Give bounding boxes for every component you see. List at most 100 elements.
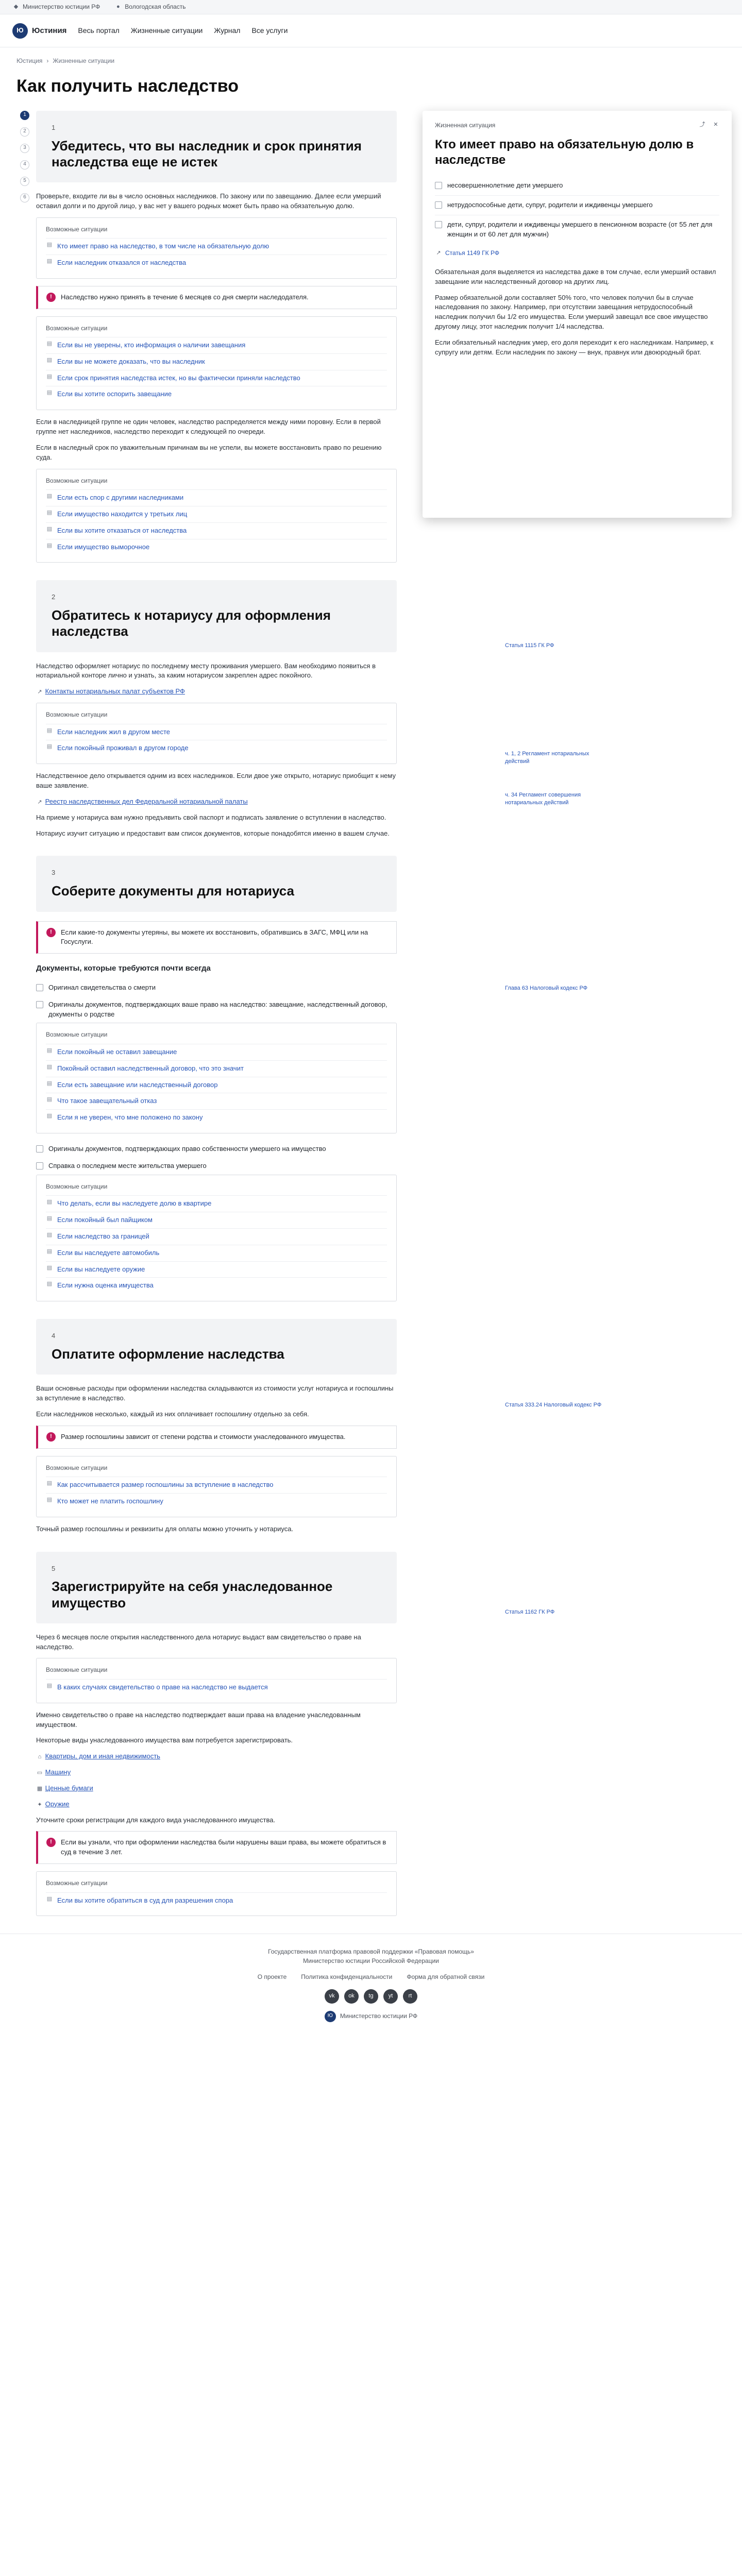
social-links: vk ok tg yt rt: [0, 1989, 742, 2004]
bullet-box: [435, 182, 442, 190]
situation-link[interactable]: ▤ Что делать, если вы наследуете долю в к…: [46, 1195, 387, 1212]
alert-icon: !: [46, 292, 56, 302]
situation-link[interactable]: ▤ Кто имеет право на наследство, в том чи…: [46, 238, 387, 255]
popup-list-item: нетрудоспособные дети, супруг, родители …: [435, 195, 719, 215]
checkbox[interactable]: [36, 1001, 43, 1008]
situation-link[interactable]: ▤ Покойный оставил наследственный договор…: [46, 1060, 387, 1077]
situation-link[interactable]: ▤ Если наследство за границей: [46, 1228, 387, 1245]
nav-item-journal[interactable]: Журнал: [214, 25, 240, 36]
side-note-link[interactable]: ч. 1, 2 Регламент нотариальных действий: [505, 750, 608, 766]
document-icon: ▤: [46, 258, 53, 264]
footer-link-feedback[interactable]: Форма для обратной связи: [407, 1973, 484, 1981]
checkbox[interactable]: [36, 984, 43, 991]
rail-step-2[interactable]: 2: [20, 127, 29, 137]
situation-link[interactable]: ▤ Если вы наследуете автомобиль: [46, 1244, 387, 1261]
main-nav: Весь портал Жизненные ситуации Журнал Вс…: [78, 25, 288, 36]
breadcrumb-item-situations[interactable]: Жизненные ситуации: [53, 57, 114, 65]
checkbox[interactable]: [36, 1145, 43, 1153]
situation-link[interactable]: ▤ Как рассчитывается размер госпошлины за…: [46, 1477, 387, 1493]
side-note-link[interactable]: Статья 1162 ГК РФ: [505, 1608, 608, 1616]
situation-link[interactable]: ▤ Если вы наследуете оружие: [46, 1261, 387, 1278]
footer-link-privacy[interactable]: Политика конфиденциальности: [301, 1973, 392, 1981]
share-icon[interactable]: ⤴: [699, 122, 706, 129]
document-icon: ▤: [46, 340, 53, 347]
step-title: Обратитесь к нотариусу для оформления на…: [52, 607, 331, 639]
nav-item-situations[interactable]: Жизненные ситуации: [131, 25, 203, 36]
situation-link[interactable]: ▤ Если вы хотите обратиться в суд для раз…: [46, 1892, 387, 1909]
situations-box: Возможные ситуации ▤ В каких случаях свид…: [36, 1658, 397, 1703]
situation-link[interactable]: ▤ Если покойный был пайщиком: [46, 1212, 387, 1228]
rail-step-1[interactable]: 1: [20, 110, 29, 120]
close-icon[interactable]: ✕: [712, 122, 719, 129]
document-icon: ▤: [46, 1496, 53, 1503]
popup-source-link[interactable]: ↗ Статья 1149 ГК РФ: [435, 249, 719, 258]
situation-text: Если имущество находится у третьих лиц: [57, 510, 188, 518]
situation-link[interactable]: ▤ Если наследник отказался от наследства: [46, 254, 387, 271]
situation-link[interactable]: ▤ В каких случаях свидетельство о праве н…: [46, 1679, 387, 1696]
situation-link[interactable]: ▤ Если вы хотите отказаться от наследства: [46, 522, 387, 539]
checkbox[interactable]: [36, 1162, 43, 1170]
footer-link-about[interactable]: О проекте: [258, 1973, 287, 1981]
document-text: Оригиналы документов, подтверждающих пра…: [48, 1145, 326, 1153]
important-notice: ! Если какие-то документы утеряны, вы мож…: [36, 921, 397, 954]
vk-icon[interactable]: vk: [325, 1989, 339, 2004]
site-header: Ю Юстиния Весь портал Жизненные ситуации …: [0, 14, 742, 47]
popup-paragraph: Если обязательный наследник умер, его до…: [435, 338, 714, 356]
situation-link[interactable]: ▤ Если есть спор с другими наследниками: [46, 489, 387, 506]
car-link[interactable]: Машину: [45, 1768, 71, 1776]
document-checkbox-row[interactable]: Оригинал свидетельства о смерти: [36, 979, 397, 996]
notice-text: Если вы узнали, что при оформлении насле…: [61, 1838, 386, 1856]
property-link[interactable]: Квартиры, дом и иная недвижимость: [45, 1752, 160, 1760]
situations-head: Возможные ситуации: [46, 1464, 108, 1471]
step-number: 2: [52, 593, 56, 601]
situation-link[interactable]: ▤ Если вы хотите оспорить завещание: [46, 386, 387, 402]
situation-link[interactable]: ▤ Если срок принятия наследства истек, но…: [46, 369, 387, 386]
weapon-link[interactable]: Оружие: [45, 1800, 70, 1808]
ok-icon[interactable]: ok: [344, 1989, 359, 2004]
telegram-icon[interactable]: tg: [364, 1989, 378, 2004]
rail-step-4[interactable]: 4: [20, 160, 29, 170]
side-note-link[interactable]: Статья 1115 ГК РФ: [505, 642, 608, 650]
situation-text: Что такое завещательный отказ: [57, 1097, 157, 1105]
nav-item-portal[interactable]: Весь портал: [78, 25, 119, 36]
inheritance-registry-link[interactable]: Реестр наследственных дел Федеральной но…: [45, 798, 248, 805]
situation-text: Если имущество выморочное: [57, 543, 150, 551]
youtube-icon[interactable]: yt: [383, 1989, 398, 2004]
situation-link[interactable]: ▤ Если вы не уверены, кто информация о на…: [46, 336, 387, 353]
document-icon: ▤: [46, 1199, 53, 1206]
nav-item-services[interactable]: Все услуги: [251, 25, 288, 36]
situation-link[interactable]: ▤ Что такое завещательный отказ: [46, 1093, 387, 1109]
side-note-link[interactable]: ч. 34 Регламент совершения нотариальных …: [505, 791, 608, 807]
step-1: 1 Убедитесь, что вы наследник и срок при…: [36, 110, 397, 563]
region-selector[interactable]: ● Вологодская область: [114, 3, 186, 11]
notary-chambers-link[interactable]: Контакты нотариальных палат субъектов РФ: [45, 687, 185, 695]
situation-link[interactable]: ▤ Если покойный не оставил завещание: [46, 1043, 387, 1060]
situation-link[interactable]: ▤ Если наследник жил в другом месте: [46, 723, 387, 740]
site-logo[interactable]: Ю Юстиния: [12, 23, 66, 39]
situation-link[interactable]: ▤ Если имущество выморочное: [46, 538, 387, 555]
popup-paragraph: Размер обязательной доли составляет 50% …: [435, 293, 708, 331]
situation-link[interactable]: ▤ Если имущество находится у третьих лиц: [46, 505, 387, 522]
document-icon: ▤: [46, 1080, 53, 1087]
document-checkbox-row[interactable]: Оригиналы документов, подтверждающих ваш…: [36, 996, 397, 1023]
situation-link[interactable]: ▤ Кто может не платить госпошлину: [46, 1493, 387, 1510]
side-note-link[interactable]: Статья 333.24 Налоговый кодекс РФ: [505, 1401, 608, 1409]
side-note-link[interactable]: Глава 63 Налоговый кодекс РФ: [505, 985, 608, 992]
breadcrumb-item-justice[interactable]: Юстиция: [16, 57, 42, 65]
popup-item-text: несовершеннолетние дети умершего: [447, 181, 563, 190]
popup-list-item: дети, супруг, родители и иждивенцы умерш…: [435, 214, 719, 244]
situation-link[interactable]: ▤ Если вы не можете доказать, что вы насл…: [46, 353, 387, 370]
ministry-link[interactable]: ◆ Министерство юстиции РФ: [12, 3, 100, 11]
rail-step-3[interactable]: 3: [20, 143, 29, 153]
situation-link[interactable]: ▤ Если нужна оценка имущества: [46, 1277, 387, 1294]
rail-step-6[interactable]: 6: [20, 193, 29, 202]
securities-link[interactable]: Ценные бумаги: [45, 1784, 93, 1792]
situation-link[interactable]: ▤ Если покойный проживал в другом городе: [46, 740, 387, 756]
situations-box: Возможные ситуации ▤ Как рассчитывается р…: [36, 1455, 397, 1517]
situation-link[interactable]: ▤ Если я не уверен, что мне положено по з…: [46, 1109, 387, 1126]
situation-link[interactable]: ▤ Если есть завещание или наследственный …: [46, 1076, 387, 1093]
rail-step-5[interactable]: 5: [20, 176, 29, 186]
document-checkbox-row[interactable]: Справка о последнем месте жительства уме…: [36, 1158, 397, 1175]
document-checkbox-row[interactable]: Оригиналы документов, подтверждающих пра…: [36, 1141, 397, 1158]
rutube-icon[interactable]: rt: [403, 1989, 417, 2004]
